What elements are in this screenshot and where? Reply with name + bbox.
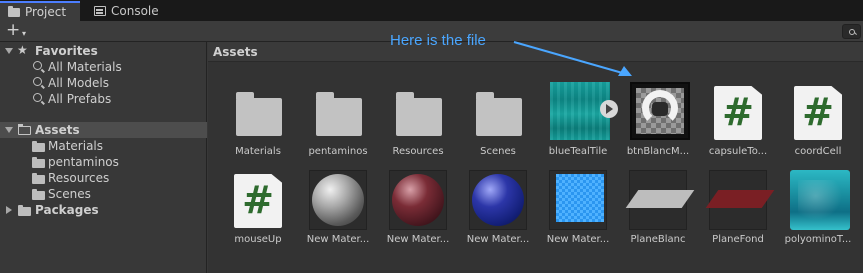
- project-tree: ★ Favorites All Materials All Models All…: [0, 42, 207, 273]
- tab-bar: Project Console: [0, 0, 863, 21]
- expand-arrow-icon[interactable]: [5, 127, 13, 133]
- tree-favorites-label: Favorites: [35, 44, 98, 58]
- asset-label: Scenes: [480, 146, 516, 157]
- script-icon: #: [794, 86, 842, 140]
- expand-arrow-icon[interactable]: [5, 48, 13, 54]
- folder-icon: [32, 141, 45, 152]
- star-icon: ★: [17, 43, 28, 57]
- asset-blueTealTile[interactable]: blueTealTile: [538, 82, 618, 177]
- console-icon: [94, 6, 106, 16]
- asset-script-capsuleTo[interactable]: # capsuleTo...: [698, 82, 778, 177]
- asset-label: pentaminos: [308, 146, 368, 157]
- asset-label: New Mater...: [386, 234, 450, 245]
- tab-console-label: Console: [111, 4, 159, 18]
- tree-item-all-prefabs[interactable]: All Prefabs: [0, 91, 207, 107]
- asset-label: blueTealTile: [548, 146, 608, 157]
- script-icon: #: [234, 174, 282, 228]
- tree-packages[interactable]: Packages: [0, 202, 207, 218]
- tree-assets-label: Assets: [35, 123, 80, 137]
- tree-item-label: Materials: [48, 139, 104, 153]
- material-sphere-icon: [472, 174, 524, 226]
- search-icon: [33, 61, 42, 70]
- asset-btnBlancM[interactable]: btnBlancM...: [618, 82, 698, 177]
- asset-folder-resources[interactable]: Resources: [378, 82, 458, 177]
- tree-item-label: pentaminos: [48, 155, 119, 169]
- folder-icon: [8, 5, 20, 17]
- asset-folder-materials[interactable]: Materials: [218, 82, 298, 177]
- tab-project[interactable]: Project: [0, 1, 80, 21]
- tree-item-scenes[interactable]: Scenes: [0, 186, 207, 202]
- asset-label: polyominoT...: [784, 234, 852, 245]
- tree-packages-label: Packages: [35, 203, 99, 217]
- search-icon: [33, 77, 42, 86]
- tree-item-label: All Prefabs: [48, 92, 112, 106]
- tree-item-all-models[interactable]: All Models: [0, 75, 207, 91]
- asset-label: capsuleTo...: [708, 146, 768, 157]
- play-icon[interactable]: [600, 100, 618, 118]
- tree-item-materials[interactable]: Materials: [0, 138, 207, 154]
- asset-folder-scenes[interactable]: Scenes: [458, 82, 538, 177]
- asset-browser: Assets Materials pentaminos Resources Sc…: [208, 32, 863, 273]
- search-icon: [848, 28, 855, 35]
- asset-label: coordCell: [794, 146, 842, 157]
- asset-label: New Mater...: [306, 234, 370, 245]
- folder-icon: [18, 205, 31, 216]
- asset-material-2[interactable]: New Mater...: [378, 170, 458, 265]
- tree-item-pentaminos[interactable]: pentaminos: [0, 154, 207, 170]
- tree-item-label: All Materials: [48, 60, 122, 74]
- script-icon: #: [714, 86, 762, 140]
- search-icon: [33, 93, 42, 102]
- asset-polyominoT[interactable]: polyominoT...: [778, 170, 858, 265]
- folder-icon: [396, 92, 442, 136]
- material-sphere-icon: [312, 174, 364, 226]
- tree-item-label: Scenes: [48, 187, 91, 201]
- asset-material-1[interactable]: New Mater...: [298, 170, 378, 265]
- folder-icon: [32, 189, 45, 200]
- tab-project-label: Project: [25, 5, 67, 19]
- chevron-down-icon: ▾: [22, 29, 27, 38]
- annotation-arrow: [513, 41, 632, 76]
- tree-item-all-materials[interactable]: All Materials: [0, 59, 207, 75]
- asset-label: btnBlancM...: [626, 146, 690, 157]
- asset-material-4[interactable]: New Mater...: [538, 170, 618, 265]
- expand-arrow-icon[interactable]: [6, 206, 12, 214]
- asset-script-mouseUp[interactable]: # mouseUp: [218, 170, 298, 265]
- folder-icon: [32, 157, 45, 168]
- folder-icon: [476, 92, 522, 136]
- tree-item-label: All Models: [48, 76, 109, 90]
- create-button[interactable]: + ▾: [6, 22, 32, 40]
- plus-icon: +: [6, 20, 21, 40]
- texture-thumbnail: [630, 82, 690, 140]
- material-sphere-icon: [392, 174, 444, 226]
- asset-label: New Mater...: [546, 234, 610, 245]
- material-checker-icon: [556, 174, 604, 222]
- asset-label: mouseUp: [234, 234, 282, 245]
- tree-favorites[interactable]: ★ Favorites: [0, 43, 207, 59]
- asset-PlaneFond[interactable]: PlaneFond: [698, 170, 778, 265]
- asset-script-coordCell[interactable]: # coordCell: [778, 82, 858, 177]
- tab-console[interactable]: Console: [86, 1, 166, 21]
- tree-assets[interactable]: Assets: [0, 122, 207, 138]
- open-folder-icon: [17, 124, 31, 135]
- folder-icon: [32, 173, 45, 184]
- asset-label: PlaneBlanc: [630, 234, 686, 245]
- tree-item-resources[interactable]: Resources: [0, 170, 207, 186]
- tree-item-label: Resources: [48, 171, 110, 185]
- folder-icon: [316, 92, 362, 136]
- search-button[interactable]: [842, 24, 861, 39]
- asset-folder-pentaminos[interactable]: pentaminos: [298, 82, 378, 177]
- asset-PlaneBlanc[interactable]: PlaneBlanc: [618, 170, 698, 265]
- folder-icon: [236, 92, 282, 136]
- annotation-text: Here is the file: [390, 32, 486, 49]
- asset-label: Materials: [235, 146, 281, 157]
- asset-label: Resources: [392, 146, 444, 157]
- asset-material-3[interactable]: New Mater...: [458, 170, 538, 265]
- asset-label: New Mater...: [466, 234, 530, 245]
- asset-label: PlaneFond: [712, 234, 764, 245]
- texture-thumbnail: [790, 170, 850, 230]
